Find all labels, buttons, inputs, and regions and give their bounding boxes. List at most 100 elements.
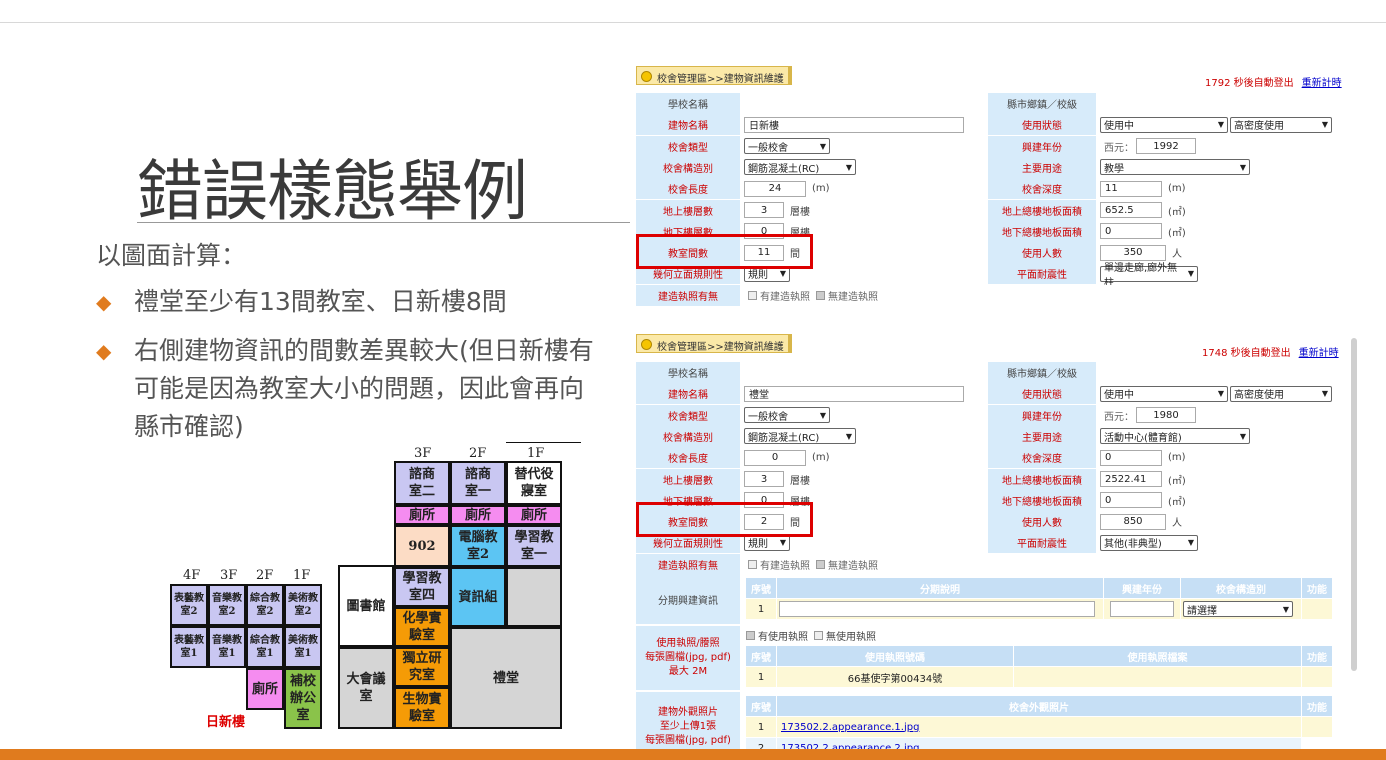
retime-link[interactable]: 重新計時 <box>1302 78 1342 89</box>
room: 資訊組 <box>450 567 506 627</box>
room: 音樂教室1 <box>208 626 246 668</box>
coin-icon <box>641 71 652 82</box>
number-input[interactable]: 0 <box>1100 223 1162 240</box>
cell <box>1302 667 1332 687</box>
seismic-select[interactable]: 單邊走廊,廊外無柱 ▼ <box>1100 263 1198 289</box>
number-input[interactable]: 11 <box>1100 180 1162 197</box>
field-select[interactable]: 鋼筋混凝土(RC) ▼ <box>744 159 856 176</box>
number-input[interactable]: 3 <box>744 471 784 487</box>
col-header: 功能 <box>1302 646 1332 666</box>
field-label: 主要用途 <box>988 156 1096 178</box>
checkbox-icon[interactable] <box>746 630 755 640</box>
field-label: 使用執照/謄照 每張圖檔(jpg, pdf) 最大 2M <box>636 626 740 690</box>
number-input[interactable]: 0 <box>1100 492 1162 509</box>
field-value: 一般校舍 ▼ <box>742 135 986 157</box>
field-select[interactable]: 規則 ▼ <box>744 534 790 551</box>
col-header: 校舍外觀照片 <box>777 696 1301 716</box>
field-value: 教學 ▼ <box>1098 156 1342 178</box>
field-value: 有建造執照 無建造執照 <box>742 284 1342 306</box>
status-select[interactable]: 使用中 ▼ <box>1100 385 1228 402</box>
room: 電腦教室2 <box>450 525 506 567</box>
floor-label: 1F <box>293 568 311 583</box>
cell <box>1104 599 1180 619</box>
number-input[interactable]: 850 <box>1100 513 1166 530</box>
photo-section: 建物外觀照片 至少上傳1張 每張圖檔(jpg, pdf) 序號 校舍外觀照片 功… <box>636 692 1342 758</box>
room: 廁所 <box>394 505 450 525</box>
number-input[interactable]: 0 <box>1100 449 1162 466</box>
field-label: 建造執照有無 <box>636 284 740 306</box>
field-value: 其他(非典型) ▼ <box>1098 532 1342 554</box>
number-input[interactable]: 24 <box>744 180 806 197</box>
building-caption: 日新樓 <box>206 715 246 730</box>
room: 學習教室一 <box>506 525 562 567</box>
phase-desc-input[interactable] <box>779 601 1095 617</box>
usage-select[interactable]: 活動中心(體育館) ▼ <box>1100 428 1250 445</box>
form-row: 學校名稱 縣市鄉鎮／校級 <box>636 362 1342 383</box>
floor-label: 3F <box>220 568 238 583</box>
number-input[interactable]: 2522.41 <box>1100 471 1162 487</box>
highlight-box <box>636 502 813 537</box>
bullet-text: 右側建物資訊的間數差異較大(但日新樓有可能是因為教室大小的問題，因此會再向縣市確… <box>134 336 594 441</box>
room: 諮商室二 <box>394 461 450 505</box>
field-value: 11 (m) <box>1098 178 1342 200</box>
usage-select[interactable]: 教學 ▼ <box>1100 159 1250 176</box>
density-select[interactable]: 高密度使用 ▼ <box>1230 116 1332 133</box>
cell: 1 <box>746 599 776 619</box>
room: 化學實驗室 <box>394 607 450 647</box>
checkbox-icon[interactable] <box>748 290 757 300</box>
field-label: 學校名稱 <box>636 362 740 383</box>
status-select[interactable]: 使用中 ▼ <box>1100 116 1228 133</box>
bottom-accent-bar <box>0 749 1386 760</box>
form-row: 校舍類型 一般校舍 ▼ 興建年份 西元： 1980 <box>636 404 1342 426</box>
year-input[interactable]: 1992 <box>1136 138 1196 155</box>
number-input[interactable]: 3 <box>744 202 784 218</box>
field-label: 地上總樓地板面積 <box>988 468 1096 490</box>
number-input[interactable]: 0 <box>744 449 806 466</box>
field-value: 850 人 <box>1098 511 1342 533</box>
structure-select[interactable]: 請選擇 ▼ <box>1183 601 1293 617</box>
room: 生物實驗室 <box>394 687 450 729</box>
field-value: 652.5 (㎡) <box>1098 199 1342 221</box>
checkbox-icon[interactable] <box>748 559 757 569</box>
density-select[interactable]: 高密度使用 ▼ <box>1230 385 1332 402</box>
field-value: 單邊走廊,廊外無柱 ▼ <box>1098 263 1342 289</box>
field-value <box>742 93 986 114</box>
field-value: 3 層樓 <box>742 199 986 221</box>
room: 廁所 <box>246 668 284 710</box>
checkbox-icon[interactable] <box>814 630 823 640</box>
form-row: 校舍類型 一般校舍 ▼ 興建年份 西元： 1992 <box>636 135 1342 157</box>
number-input[interactable]: 652.5 <box>1100 202 1162 218</box>
phase-year-input[interactable] <box>1110 601 1174 617</box>
photo-link[interactable]: 173502.2.appearance.1.jpg <box>781 722 919 733</box>
col-header: 使用執照檔案 <box>1014 646 1301 666</box>
col-header: 功能 <box>1302 578 1332 598</box>
field-select[interactable]: 一般校舍 ▼ <box>744 138 830 155</box>
field-value: 使用中 ▼ 高密度使用 ▼ <box>1098 383 1342 405</box>
field-label: 縣市鄉鎮／校級 <box>988 362 1096 383</box>
floor-label: 2F <box>469 446 487 461</box>
field-label: 分期興建資訊 <box>636 574 740 624</box>
room: 大會議室 <box>338 647 394 729</box>
field-label: 興建年份 <box>988 404 1096 426</box>
year-input[interactable]: 1980 <box>1136 407 1196 424</box>
retime-link[interactable]: 重新計時 <box>1299 348 1339 359</box>
field-select[interactable]: 鋼筋混凝土(RC) ▼ <box>744 428 856 445</box>
field-label: 校舍長度 <box>636 178 740 200</box>
scrollbar[interactable] <box>1351 338 1357 671</box>
building-name-input[interactable]: 禮堂 <box>744 385 964 402</box>
room: 諮商室一 <box>450 461 506 505</box>
field-value: 西元： 1980 <box>1098 404 1342 426</box>
room: 獨立研究室 <box>394 647 450 687</box>
bullet-item: ◆ 右側建物資訊的間數差異較大(但日新樓有可能是因為教室大小的問題，因此會再向縣… <box>96 332 636 452</box>
floor-label: 4F <box>183 568 201 583</box>
form-row: 建物名稱 日新樓 使用狀態 使用中 ▼ 高密度使用 ▼ <box>636 114 1342 136</box>
checkbox-icon[interactable] <box>816 559 825 569</box>
diamond-bullet-icon: ◆ <box>96 339 112 363</box>
room: 禮堂 <box>450 627 562 729</box>
field-select[interactable]: 一般校舍 ▼ <box>744 407 830 424</box>
seismic-select[interactable]: 其他(非典型) ▼ <box>1100 534 1198 551</box>
room: 廁所 <box>506 505 562 525</box>
checkbox-icon[interactable] <box>816 290 825 300</box>
session-timer: 1748 秒後自動登出 重新計時 <box>1202 348 1339 359</box>
building-name-input[interactable]: 日新樓 <box>744 116 964 133</box>
